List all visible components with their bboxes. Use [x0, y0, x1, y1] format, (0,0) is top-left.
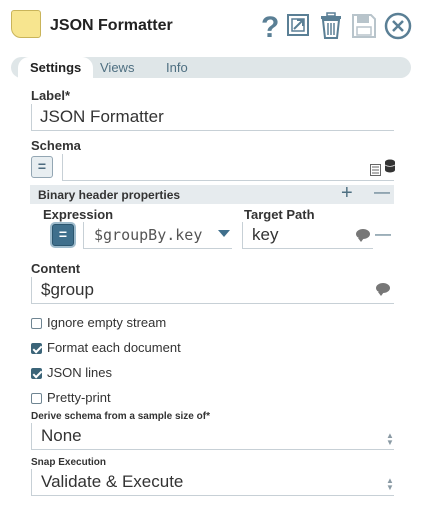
- ignore-empty-stream-checkbox[interactable]: [31, 318, 42, 329]
- content-label: Content: [31, 261, 81, 276]
- sample-size-value: None: [41, 426, 82, 445]
- help-icon[interactable]: ?: [258, 10, 280, 42]
- schema-input[interactable]: [62, 154, 394, 181]
- binary-header-title: Binary header properties: [38, 188, 181, 202]
- save-icon[interactable]: [350, 10, 378, 42]
- label-input-value: JSON Formatter: [40, 107, 164, 126]
- pretty-print-label: Pretty-print: [47, 390, 111, 405]
- pretty-print-checkbox[interactable]: [31, 393, 42, 404]
- target-path-column-label: Target Path: [244, 207, 315, 222]
- schema-label: Schema: [31, 138, 81, 153]
- delete-icon[interactable]: [317, 10, 345, 42]
- add-row-button[interactable]: +: [341, 182, 353, 205]
- sample-size-arrows-icon[interactable]: ▲ ▼: [386, 432, 394, 447]
- target-path-input-value: key: [252, 225, 279, 244]
- label-field-label: Label*: [31, 88, 71, 103]
- json-lines-label: JSON lines: [47, 365, 113, 380]
- expression-input[interactable]: $groupBy.key: [83, 222, 232, 249]
- remove-row-button[interactable]: —: [375, 226, 391, 244]
- expression-column-label: Expression: [43, 207, 114, 222]
- snap-execution-select[interactable]: Validate & Execute: [31, 469, 394, 496]
- schema-browser-icon[interactable]: [370, 163, 381, 181]
- snap-icon: [11, 10, 41, 38]
- comment-icon[interactable]: [356, 229, 370, 242]
- sample-size-select[interactable]: None: [31, 423, 394, 450]
- snap-execution-arrows-icon[interactable]: ▲ ▼: [386, 477, 394, 492]
- content-input[interactable]: $group: [31, 277, 394, 304]
- expression-input-value: $groupBy.key: [94, 226, 203, 244]
- database-icon[interactable]: [384, 159, 396, 178]
- page-title: JSON Formatter: [50, 17, 173, 34]
- close-icon[interactable]: [383, 10, 413, 42]
- remove-section-button[interactable]: —: [374, 184, 390, 202]
- ignore-empty-stream-label: Ignore empty stream: [47, 315, 167, 330]
- format-each-document-label: Format each document: [47, 340, 181, 355]
- svg-text:?: ?: [261, 11, 279, 41]
- export-icon[interactable]: [285, 10, 313, 42]
- content-comment-icon[interactable]: [376, 283, 390, 296]
- sample-size-label: Derive schema from a sample size of*: [31, 411, 210, 422]
- snap-execution-value: Validate & Execute: [41, 472, 184, 491]
- tab-views[interactable]: Views: [100, 57, 134, 78]
- tab-settings[interactable]: Settings: [18, 57, 94, 79]
- format-each-document-checkbox[interactable]: [31, 343, 42, 354]
- label-input[interactable]: JSON Formatter: [31, 104, 394, 131]
- snap-execution-label: Snap Execution: [31, 457, 107, 468]
- target-path-input[interactable]: key: [242, 222, 373, 249]
- tab-info[interactable]: Info: [166, 57, 188, 78]
- json-lines-checkbox[interactable]: [31, 368, 42, 379]
- expression-dropdown-icon[interactable]: [218, 230, 230, 237]
- content-input-value: $group: [41, 280, 94, 299]
- expression-toggle[interactable]: =: [52, 224, 74, 246]
- schema-expression-toggle[interactable]: =: [31, 156, 53, 178]
